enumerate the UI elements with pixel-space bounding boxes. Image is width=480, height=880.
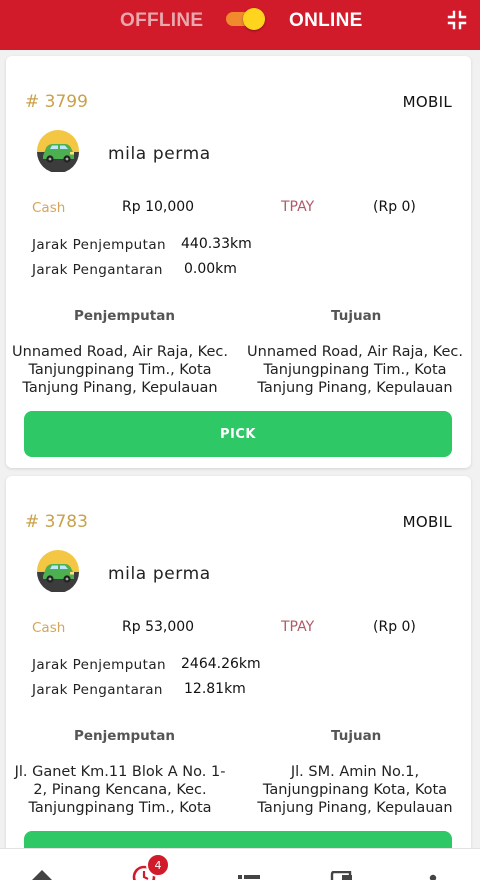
delivery-distance-value: 0.00km [184,261,237,277]
destination-title: Tujuan [331,308,382,324]
customer-name: mila perma [108,564,211,584]
destination-address: Unnamed Road, Air Raja, Kec. Tanjungpina… [247,344,463,396]
collapse-icon[interactable] [446,9,468,31]
bottom-nav: 4 [0,848,480,880]
tpay-value: (Rp 0) [373,619,416,635]
destination-address: Jl. SM. Amin No.1, Tanjungpinang Kota, K… [257,764,453,816]
pickup-distance-label: Jarak Penjemputan [32,237,166,253]
order-id: # 3799 [25,92,88,112]
tpay-value: (Rp 0) [373,199,416,215]
fare-amount: Rp 10,000 [122,199,195,215]
fare-amount: Rp 53,000 [122,619,195,635]
customer-name: mila perma [108,144,211,164]
pickup-distance-label: Jarak Penjemputan [32,657,166,673]
list-icon[interactable] [238,875,260,880]
home-icon[interactable] [30,869,54,880]
pickup-distance-value: 440.33km [181,236,252,252]
offline-label[interactable]: OFFLINE [120,10,203,32]
tpay-label: TPAY [281,199,315,215]
vehicle-type: MOBIL [402,93,452,111]
pickup-address: Jl. Ganet Km.11 Blok A No. 1-2, Pinang K… [14,764,226,816]
payment-method: Cash [32,200,66,216]
online-toggle[interactable] [226,8,268,30]
pickup-address: Unnamed Road, Air Raja, Kec. Tanjungpina… [12,344,228,396]
delivery-distance-value: 12.81km [184,681,246,697]
order-card: # 3783 MOBIL mila perma Cash Rp 53,000 T… [6,476,471,880]
more-icon[interactable] [428,873,438,880]
wallet-icon[interactable] [330,871,352,880]
notification-badge: 4 [146,853,170,877]
delivery-distance-label: Jarak Pengantaran [32,262,163,278]
toggle-thumb [243,8,265,30]
vehicle-type: MOBIL [402,513,452,531]
destination-title: Tujuan [331,728,382,744]
order-id: # 3783 [25,512,88,532]
top-bar: OFFLINE ONLINE [0,0,480,50]
payment-method: Cash [32,620,66,636]
pick-button[interactable]: PICK [24,411,452,457]
delivery-distance-label: Jarak Pengantaran [32,682,163,698]
car-icon [37,130,79,172]
online-label[interactable]: ONLINE [289,10,363,32]
order-card: # 3799 MOBIL mila perma Cash Rp 10,000 T… [6,56,471,468]
pickup-title: Penjemputan [74,728,175,744]
tpay-label: TPAY [281,619,315,635]
pickup-distance-value: 2464.26km [181,656,261,672]
pickup-title: Penjemputan [74,308,175,324]
car-icon [37,550,79,592]
